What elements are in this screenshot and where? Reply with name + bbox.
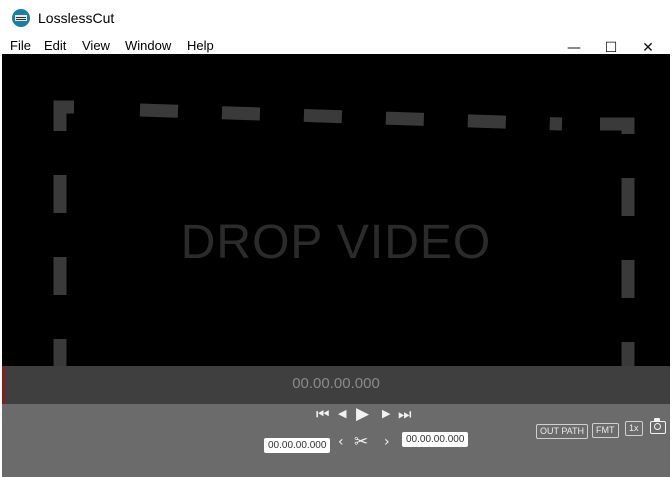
step-forward-icon[interactable]: ▶ (382, 407, 390, 420)
title-bar: LosslessCut (0, 0, 672, 36)
menu-window[interactable]: Window (125, 38, 171, 53)
jump-start-icon[interactable]: ⏮ (316, 405, 330, 423)
cut-start-time[interactable]: 00.00.00.000 (264, 438, 331, 453)
set-start-icon[interactable]: ‹ (338, 434, 344, 450)
menu-edit[interactable]: Edit (44, 38, 66, 53)
drop-video-label: DROP VIDEO (180, 216, 492, 269)
camera-icon[interactable] (650, 418, 666, 434)
app-icon (12, 9, 30, 27)
format-button[interactable]: FMT (592, 423, 619, 438)
app-window: LosslessCut File Edit View Window Help —… (0, 0, 672, 477)
play-icon[interactable]: ▶ (356, 404, 369, 424)
video-drop-area[interactable]: DROP VIDEO (2, 54, 670, 366)
controls-bar: ⏮ ◀ ▶ ▶ ⏭ 00.00.00.000 ‹ ✂ › 00.00.00.00… (2, 404, 670, 477)
jump-end-icon[interactable]: ⏭ (398, 405, 412, 423)
timeline[interactable]: 00.00.00.000 (2, 366, 670, 404)
set-end-icon[interactable]: › (384, 434, 390, 450)
step-back-icon[interactable]: ◀ (338, 407, 346, 420)
menu-help[interactable]: Help (187, 38, 214, 53)
cut-end-time[interactable]: 00.00.00.000 (402, 432, 469, 447)
out-path-button[interactable]: OUT PATH (536, 424, 589, 439)
current-time: 00.00.00.000 (292, 375, 380, 392)
scissors-icon[interactable]: ✂ (354, 432, 368, 452)
menu-view[interactable]: View (82, 38, 110, 53)
speed-button[interactable]: 1x (625, 421, 643, 436)
menu-file[interactable]: File (10, 38, 31, 53)
window-title: LosslessCut (38, 10, 115, 26)
drop-zone-frame (53, 100, 635, 366)
